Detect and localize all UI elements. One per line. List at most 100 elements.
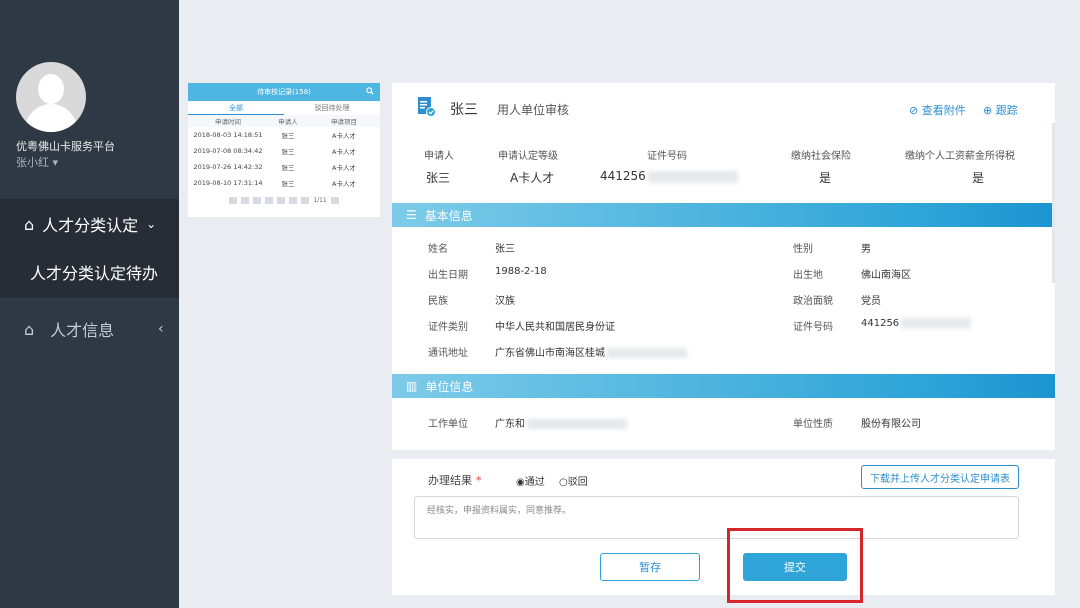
list-icon: ☰ [406,208,417,222]
field-label: 通讯地址 [428,348,468,359]
save-draft-button[interactable]: 暂存 [600,553,700,581]
track-link[interactable]: ⊕ 跟踪 [983,102,1018,118]
radio-reject[interactable]: ○驳回 [559,473,588,488]
review-card: 张三 用人单位审核 ⊘ 查看附件 ⊕ 跟踪 申请人 申请认定等级 证件号码 缴纳… [392,83,1055,450]
nav-label: 人才分类认定 [42,216,139,235]
table-row[interactable]: 2019-07-26 14:42:32 张三 A卡人才 [188,159,380,175]
cell-project: A卡人才 [332,132,356,140]
list-tabs: 全部 驳回待处理 [188,101,380,115]
radio-unchecked-icon: ○ [559,477,568,488]
tab-rejected[interactable]: 驳回待处理 [284,101,380,115]
card-header: 张三 用人单位审核 ⊘ 查看附件 ⊕ 跟踪 [392,83,1055,133]
redacted-mask [527,419,627,429]
table-row[interactable]: 2019-08-10 17:31:14 张三 A卡人才 [188,175,380,191]
field-address: 广东省佛山市南海区桂城 [495,344,687,359]
list-header: 待审核记录(158) [188,83,380,101]
page-next-button[interactable] [289,197,298,204]
field-name: 张三 [495,244,515,255]
cell-name: 张三 [281,180,295,188]
caret-down-icon: ▾ [52,156,59,169]
summary-label-level: 申请认定等级 [498,151,558,162]
tab-all[interactable]: 全部 [188,101,284,115]
field-ethnicity: 汉族 [495,296,515,307]
field-work-unit: 广东和 [495,415,627,430]
summary-applicant: 张三 [426,171,451,185]
field-unit-nature: 股份有限公司 [861,419,921,430]
nav-item-talent-classification[interactable]: ⌂ 人才分类认定 ⌄ [0,211,179,237]
page-button[interactable] [277,197,286,204]
username: 张小红 [16,156,49,169]
section-title: 基本信息 [424,208,473,223]
search-icon[interactable] [366,87,374,97]
comment-textarea[interactable]: 经核实，申报资料属实，同意推荐。 [414,496,1019,539]
table-row[interactable]: 2019-07-08 08:34:42 张三 A卡人才 [188,143,380,159]
track-icon: ⊕ [983,104,993,117]
field-id-type: 中华人民共和国居民身份证 [495,322,615,333]
cell-name: 张三 [281,132,295,140]
pagination: 1/11 [188,197,380,204]
platform-name: 优粤佛山卡服务平台 [16,140,115,153]
cell-time: 2019-08-10 17:31:14 [193,179,263,187]
page-button[interactable] [253,197,262,204]
nav-label: 人才信息 [50,321,115,340]
field-gender: 男 [861,244,871,255]
cell-time: 2018-08-03 14:18:51 [193,131,263,139]
field-label: 姓名 [428,244,448,255]
nav-subitem-pending[interactable]: 人才分类认定待办 [0,259,179,285]
col-time[interactable]: 申请时间 [188,116,268,126]
avatar[interactable] [16,62,86,132]
col-project: 申请项目 [331,118,357,126]
field-birth: 1988-2-18 [495,266,547,277]
result-label: 办理结果 * [428,472,482,488]
field-label: 出生日期 [428,270,468,281]
field-label: 政治面貌 [793,296,833,307]
result-label-text: 办理结果 [428,474,472,487]
nav-item-talent-info[interactable]: ⌂ 人才信息 ‹ [0,316,179,342]
paperclip-icon: ⊘ [909,104,919,117]
address-prefix: 广东省佛山市南海区桂城 [495,348,605,359]
work-unit-prefix: 广东和 [495,419,525,430]
table-row[interactable]: 2018-08-03 14:18:51 张三 A卡人才 [188,127,380,143]
field-id-number: 441256 [861,318,972,329]
radio-pass-label: 通过 [524,477,545,488]
section-unit-info: ▥ 单位信息 [392,374,1055,398]
redacted-mask [647,170,738,183]
summary-label-insurance: 缴纳社会保险 [791,151,851,162]
field-label: 民族 [428,296,448,307]
cell-name: 张三 [281,164,295,172]
home-icon: ⌂ [24,214,35,234]
page-jump-button[interactable] [330,197,339,204]
nav-sub-label: 人才分类认定待办 [30,264,159,283]
field-label: 证件号码 [793,322,833,333]
radio-checked-icon: ◉ [516,477,525,488]
page-first-button[interactable] [229,197,238,204]
page-button[interactable] [265,197,274,204]
section-title: 单位信息 [425,379,474,394]
page-last-button[interactable] [301,197,310,204]
page-prev-button[interactable] [241,197,250,204]
cell-project: A卡人才 [332,148,356,156]
id-number-prefix: 441256 [861,318,900,329]
summary-tax: 是 [972,171,985,185]
view-attachment-link[interactable]: ⊘ 查看附件 [909,102,966,118]
user-menu[interactable]: 张小红 ▾ [16,154,58,170]
avatar-body [25,104,77,132]
scrollbar[interactable] [1052,123,1055,283]
radio-pass[interactable]: ◉通过 [516,473,545,488]
chevron-left-icon: ‹ [158,321,164,337]
summary-id-prefix: 441256 [600,169,646,183]
download-upload-button[interactable]: 下载并上传人才分类认定申请表 [861,465,1019,489]
cell-name: 张三 [281,148,295,156]
section-basic-info: ☰ 基本信息 [392,203,1055,227]
cell-project: A卡人才 [332,180,356,188]
redacted-mask [901,318,972,328]
sidebar: 优粤佛山卡服务平台 张小红 ▾ ⌂ 人才分类认定 ⌄ 人才分类认定待办 ⌂ 人才… [0,0,179,608]
page-title: 用人单位审核 [497,103,570,117]
avatar-head [38,74,64,104]
field-label: 性别 [793,244,813,255]
highlight-box [727,528,863,603]
summary-label-applicant: 申请人 [424,151,454,162]
field-label: 工作单位 [428,419,468,430]
field-label: 证件类别 [428,322,468,333]
summary-level: A卡人才 [510,171,555,185]
